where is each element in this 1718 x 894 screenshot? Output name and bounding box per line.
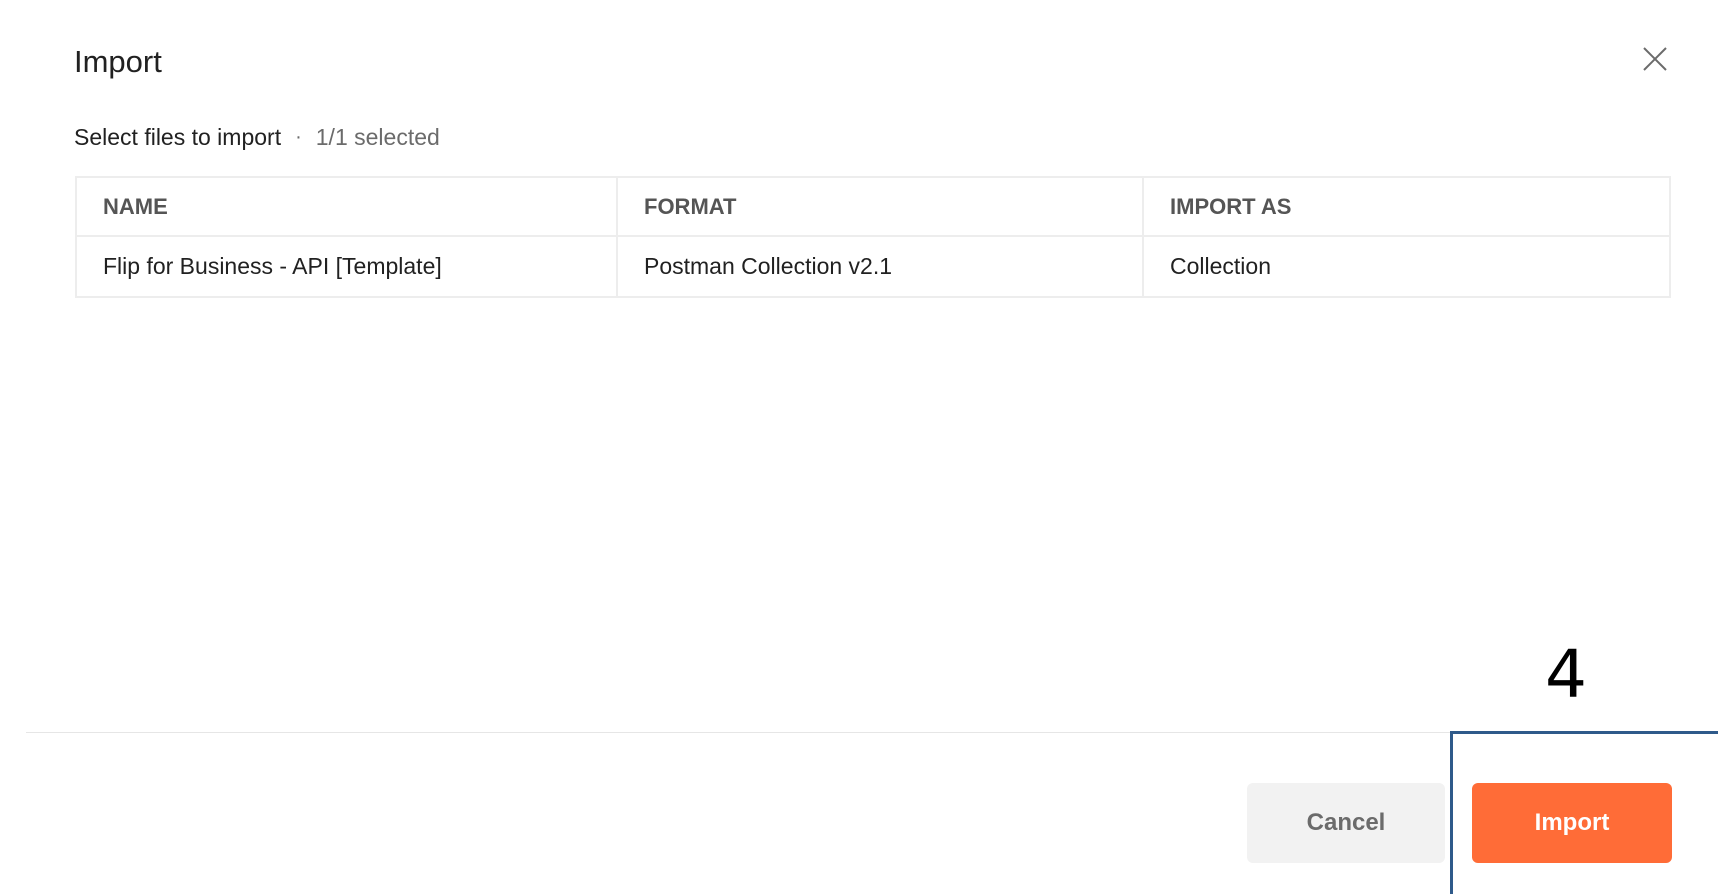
table-header-row: NAME FORMAT IMPORT AS [77, 178, 1669, 237]
separator-dot: · [295, 126, 302, 148]
close-button[interactable] [1640, 44, 1670, 74]
column-header-format: FORMAT [618, 178, 1144, 235]
table-row[interactable]: Flip for Business - API [Template] Postm… [77, 237, 1669, 296]
select-files-label: Select files to import [74, 124, 282, 150]
files-table: NAME FORMAT IMPORT AS Flip for Business … [75, 176, 1671, 298]
selected-count: 1/1 selected [315, 124, 440, 150]
import-dialog: Import Select files to import · 1/1 sele… [0, 0, 1718, 894]
step-highlight-box [1450, 731, 1718, 894]
selection-summary: Select files to import · 1/1 selected [74, 124, 440, 151]
cancel-button[interactable]: Cancel [1247, 783, 1445, 863]
column-header-name: NAME [77, 178, 618, 235]
import-as-cell[interactable]: Collection [1144, 237, 1669, 296]
file-format-cell: Postman Collection v2.1 [618, 237, 1144, 296]
file-name-cell: Flip for Business - API [Template] [77, 237, 618, 296]
column-header-import-as: IMPORT AS [1170, 193, 1292, 219]
close-icon [1643, 47, 1667, 71]
step-annotation-number: 4 [1545, 636, 1587, 713]
dialog-title: Import [74, 44, 162, 79]
